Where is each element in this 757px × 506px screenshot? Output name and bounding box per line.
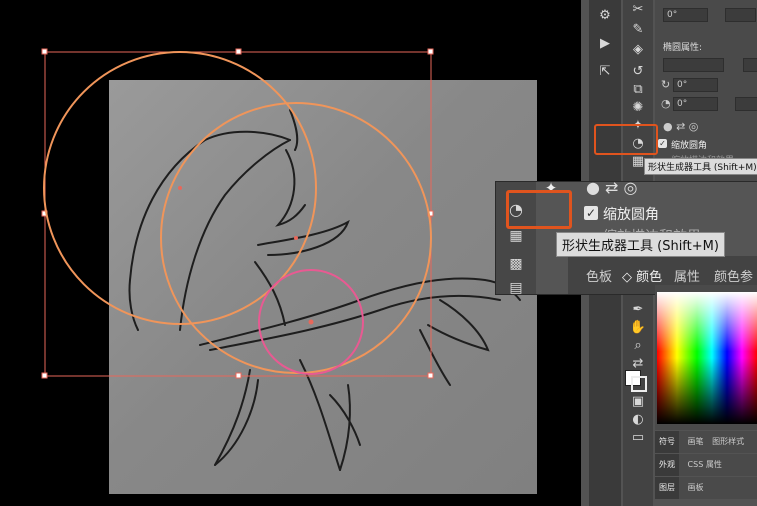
handle-bottom-middle: [235, 372, 242, 379]
rotate-icon[interactable]: ↺: [627, 62, 649, 82]
ellipse-dot-icon: ● ⇄ ◎: [663, 120, 699, 133]
zoom-scale-corners-checkbox[interactable]: ✓: [584, 206, 598, 220]
ellipse-properties-label: 椭圆属性:: [663, 43, 703, 53]
selection-handles[interactable]: [41, 48, 434, 379]
zoom-perspective-icon[interactable]: ▦: [505, 226, 527, 246]
tab-properties[interactable]: 属性: [674, 266, 700, 285]
tab-artboards[interactable]: 画板: [688, 483, 704, 492]
zoom-shape-builder-tooltip: 形状生成器工具 (Shift+M): [556, 232, 725, 257]
export-icon[interactable]: ⇱: [594, 62, 616, 82]
shape-builder-tooltip-small: 形状生成器工具 (Shift+M): [644, 158, 757, 175]
tab-swatches[interactable]: 色板: [586, 266, 612, 285]
tab-symbols[interactable]: 符号: [655, 431, 679, 453]
color-spectrum[interactable]: [657, 292, 757, 424]
handle-top-middle: [235, 48, 242, 55]
zoom-mesh-icon[interactable]: ▩: [505, 254, 527, 274]
scissors-icon[interactable]: ✂: [627, 0, 649, 20]
pie-icon: ◔: [661, 97, 671, 110]
handle-bottom-right: [427, 372, 434, 379]
pie-end-field[interactable]: [735, 97, 757, 111]
angle-field[interactable]: 0°: [663, 8, 708, 22]
height-field[interactable]: [743, 58, 757, 72]
rotate-icon-small: ↻: [661, 78, 671, 91]
play-icon[interactable]: ▶: [594, 34, 616, 54]
shape-builder-highlight: [594, 124, 658, 155]
zoom-icon[interactable]: ⌕: [627, 336, 649, 356]
eyedropper-icon[interactable]: ✒: [627, 300, 649, 320]
tab-brushes[interactable]: 画笔: [688, 437, 704, 446]
pie-start-field[interactable]: 0°: [673, 97, 718, 111]
gear-icon[interactable]: ⚙: [594, 6, 616, 26]
tab-layers[interactable]: 图层: [655, 477, 679, 499]
brush-icon[interactable]: ✎: [627, 20, 649, 40]
handle-bottom-left: [41, 372, 48, 379]
sketch-strokes: [128, 109, 521, 471]
screen-mode-icon[interactable]: ▭: [627, 428, 649, 448]
hand-icon[interactable]: ✋: [627, 318, 649, 338]
zoomed-callout: ✦ ◔ ▦ ▩ ▤ ● ⇄ ◎ ✓ 缩放圆角 缩放描边和效果 色板 ◇ 颜色 属…: [495, 181, 757, 295]
tab-graphic-styles[interactable]: 图形样式: [712, 437, 744, 446]
appearance-panel-tabs: 外观 CSS 属性: [655, 454, 757, 476]
color-mode-icon[interactable]: ▣: [627, 392, 649, 412]
tab-css-properties[interactable]: CSS 属性: [688, 460, 722, 469]
zoom-scale-corners-label: 缩放圆角: [603, 207, 659, 223]
tab-color[interactable]: ◇ 颜色: [622, 266, 662, 285]
stroke-swatch[interactable]: [631, 376, 647, 392]
zoom-ellipse-controls-icon: ● ⇄ ◎: [586, 181, 638, 197]
artwork-layer[interactable]: [0, 0, 581, 506]
selection-bounding-box[interactable]: [44, 51, 432, 377]
zoom-shape-builder-highlight: [506, 190, 572, 229]
scale-icon[interactable]: ⧉: [627, 80, 649, 100]
tab-appearance[interactable]: 外观: [655, 454, 679, 476]
symbols-panel-tabs: 符号 画笔 图形样式: [655, 431, 757, 453]
circle-center-points: [178, 186, 314, 325]
zoom-gradient-icon[interactable]: ▤: [505, 278, 527, 294]
rotate-field[interactable]: 0°: [673, 78, 718, 92]
draw-mode-icon[interactable]: ◐: [627, 410, 649, 430]
layers-panel-tabs: 图层 画板: [655, 477, 757, 499]
skew-field[interactable]: [725, 8, 756, 22]
handle-top-right: [427, 48, 434, 55]
scale-corners-label: 缩放圆角: [671, 141, 708, 151]
eraser-icon[interactable]: ◈: [627, 40, 649, 60]
width-field[interactable]: [663, 58, 724, 72]
warp-icon[interactable]: ✺: [627, 98, 649, 118]
handle-top-left: [41, 48, 48, 55]
scale-corners-checkbox[interactable]: ✓: [658, 139, 667, 148]
